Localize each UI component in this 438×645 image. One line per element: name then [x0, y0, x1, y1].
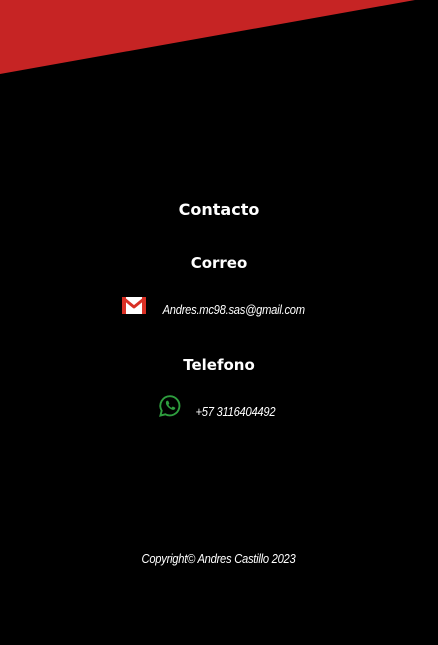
contact-heading: Contacto — [178, 200, 260, 219]
copyright-text: Copyright© Andres Castillo 2023 — [142, 551, 296, 566]
phone-number[interactable]: +57 3116404492 — [195, 404, 275, 419]
phone-heading: Telefono — [183, 356, 255, 374]
top-red-banner — [0, 0, 415, 74]
email-row: Andres.mc98.sas@gmail.com — [0, 292, 438, 317]
email-link[interactable]: Andres.mc98.sas@gmail.com — [163, 302, 305, 317]
footer-copyright: Copyright© Andres Castillo 2023 — [0, 551, 438, 566]
phone-row: +57 3116404492 — [0, 392, 438, 419]
whatsapp-icon[interactable] — [157, 394, 183, 418]
email-heading: Correo — [190, 254, 248, 272]
gmail-icon[interactable] — [121, 293, 147, 317]
